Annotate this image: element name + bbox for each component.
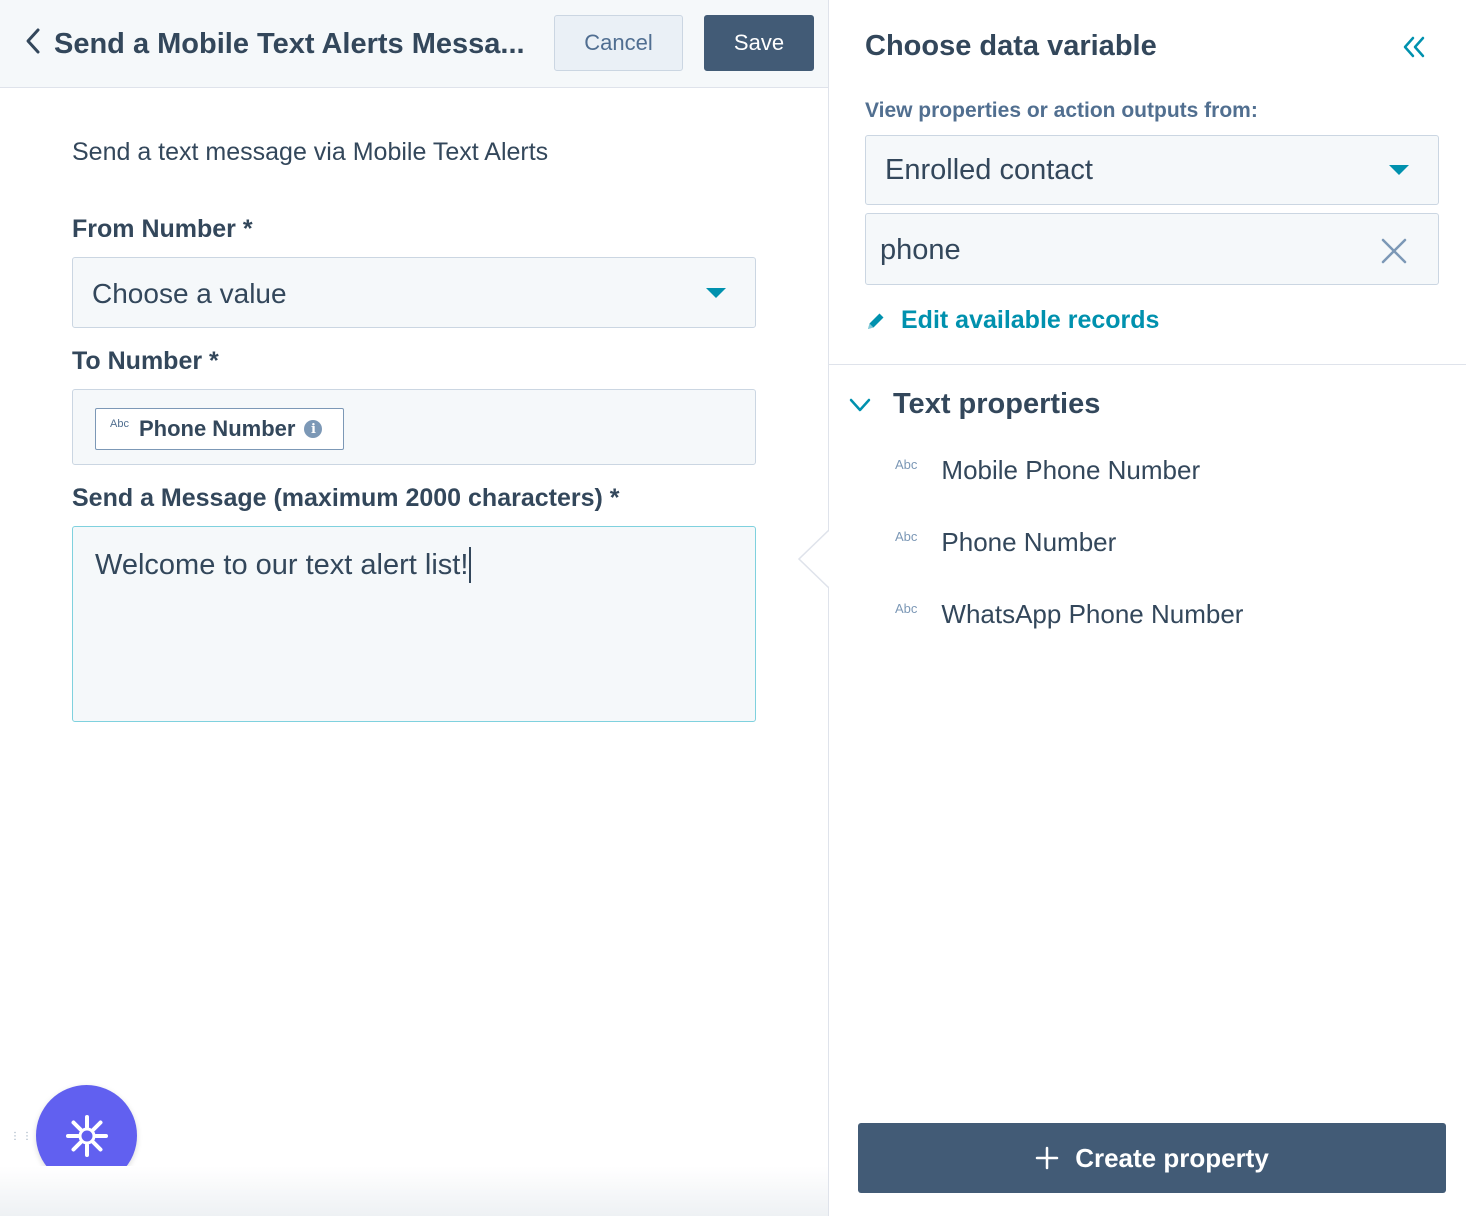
text-type-badge: Abc bbox=[895, 601, 918, 616]
property-item-whatsapp-phone-number[interactable]: Abc WhatsApp Phone Number bbox=[895, 599, 1243, 630]
caret-down-icon bbox=[706, 288, 726, 298]
pencil-icon bbox=[868, 313, 884, 329]
source-select[interactable]: Enrolled contact bbox=[865, 135, 1439, 205]
property-item-mobile-phone-number[interactable]: Abc Mobile Phone Number bbox=[895, 455, 1200, 486]
bottom-fade bbox=[0, 1166, 828, 1216]
caret-down-icon bbox=[1389, 165, 1409, 175]
panel-title: Choose data variable bbox=[865, 30, 1157, 62]
property-search[interactable] bbox=[865, 213, 1439, 285]
phone-number-token[interactable]: Abc Phone Number i bbox=[95, 408, 344, 450]
text-type-badge: Abc bbox=[110, 418, 129, 430]
create-property-label: Create property bbox=[1075, 1142, 1269, 1173]
from-number-value: Choose a value bbox=[92, 278, 287, 309]
save-button[interactable]: Save bbox=[704, 15, 814, 71]
property-item-phone-number[interactable]: Abc Phone Number bbox=[895, 527, 1116, 558]
create-property-button[interactable]: Create property bbox=[858, 1123, 1446, 1193]
from-number-label: From Number * bbox=[72, 215, 253, 243]
source-label: View properties or action outputs from: bbox=[865, 99, 1258, 122]
action-description: Send a text message via Mobile Text Aler… bbox=[72, 138, 549, 166]
sparkle-icon bbox=[65, 1114, 108, 1157]
double-chevron-left-icon[interactable] bbox=[1401, 34, 1427, 60]
plus-icon bbox=[1035, 1146, 1059, 1170]
data-variable-panel: Choose data variable View properties or … bbox=[829, 0, 1466, 1216]
info-icon[interactable]: i bbox=[304, 420, 323, 438]
to-number-label: To Number * bbox=[72, 347, 219, 375]
section-divider bbox=[829, 364, 1466, 365]
popover-pointer bbox=[798, 530, 830, 588]
property-label: Mobile Phone Number bbox=[941, 455, 1201, 485]
text-type-badge: Abc bbox=[895, 457, 918, 472]
back-chevron-icon[interactable] bbox=[22, 26, 46, 56]
search-input[interactable] bbox=[880, 230, 1360, 270]
edit-records-link[interactable]: Edit available records bbox=[865, 306, 1159, 335]
message-text: Welcome to our text alert list! bbox=[95, 547, 472, 583]
token-label: Phone Number bbox=[138, 416, 296, 441]
section-title: Text properties bbox=[893, 388, 1101, 420]
text-type-badge: Abc bbox=[895, 529, 918, 544]
from-number-select[interactable]: Choose a value bbox=[72, 257, 756, 328]
drag-handle-icon[interactable]: ⋮⋮ bbox=[10, 1131, 34, 1142]
action-editor-panel: Send a Mobile Text Alerts Messa... Cance… bbox=[0, 0, 828, 1216]
text-properties-toggle[interactable]: Text properties bbox=[847, 388, 1100, 421]
message-textarea[interactable]: Welcome to our text alert list! bbox=[72, 526, 756, 722]
page-title: Send a Mobile Text Alerts Messa... bbox=[54, 28, 525, 60]
to-number-field[interactable]: Abc Phone Number i bbox=[72, 389, 756, 465]
source-value: Enrolled contact bbox=[885, 154, 1093, 186]
cancel-button[interactable]: Cancel bbox=[554, 15, 683, 71]
message-label: Send a Message (maximum 2000 characters)… bbox=[72, 484, 620, 512]
close-icon[interactable] bbox=[1380, 237, 1408, 265]
edit-records-label: Edit available records bbox=[901, 306, 1160, 334]
editor-header: Send a Mobile Text Alerts Messa... Cance… bbox=[0, 0, 828, 88]
chevron-down-icon bbox=[849, 398, 871, 411]
property-label: WhatsApp Phone Number bbox=[941, 599, 1244, 629]
property-label: Phone Number bbox=[941, 527, 1117, 557]
